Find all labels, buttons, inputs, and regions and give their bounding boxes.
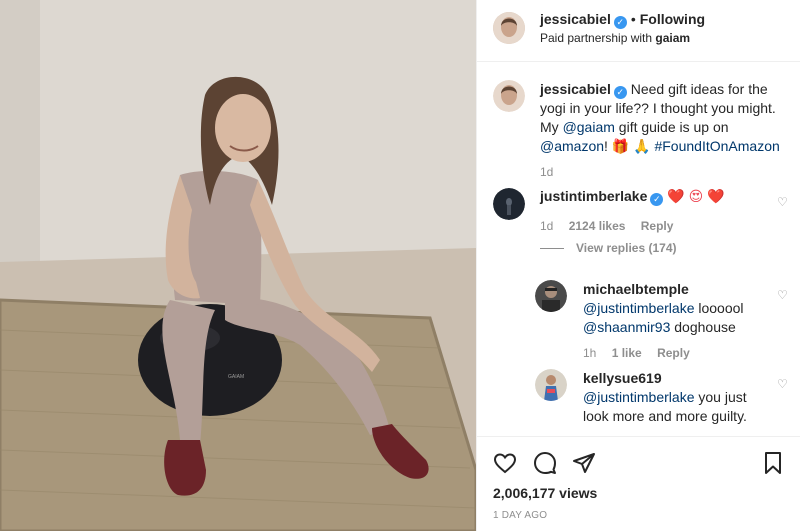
reply-like-icon[interactable]: ♡	[777, 377, 788, 391]
comment-author[interactable]: justintimberlake	[540, 188, 647, 204]
reply-reply-button[interactable]: Reply	[657, 346, 690, 360]
hashtag-link[interactable]: #FoundItOnAmazon	[654, 138, 779, 154]
comment-likes[interactable]: 2124 likes	[569, 219, 626, 233]
post-sidebar: jessicabiel ✓ • Following Paid partnership …	[476, 0, 800, 531]
partnership-prefix: Paid partnership with	[540, 31, 653, 45]
comment-reply-button[interactable]: Reply	[641, 219, 674, 233]
mention-amazon[interactable]: @amazon	[540, 138, 604, 154]
reply-avatar[interactable]	[535, 280, 567, 312]
reply-author[interactable]: kellysue619	[583, 370, 662, 386]
bookmark-icon[interactable]	[761, 451, 785, 478]
reply-time: 1h	[583, 346, 597, 360]
comment-icon[interactable]	[533, 451, 557, 478]
comment-meta: 1d 2124 likes Reply	[540, 219, 685, 233]
reply-text-1: loooool	[698, 300, 744, 316]
reply-mention-1[interactable]: @justintimberlake	[583, 389, 694, 405]
caption: jessicabiel ✓ Need gift ideas for the yog…	[540, 80, 790, 156]
reply-avatar[interactable]	[535, 369, 567, 401]
action-bar: 2,006,177 views 1 DAY AGO	[477, 436, 800, 531]
comment-time: 1d	[540, 219, 554, 233]
reply-comment: michaelbtemple @justintimberlake loooool…	[583, 280, 773, 337]
view-count[interactable]: 2,006,177 views	[493, 485, 597, 501]
ball-logo: GAIAM	[228, 374, 244, 380]
post-timestamp[interactable]: 1 DAY AGO	[493, 510, 547, 521]
reply-likes[interactable]: 1 like	[612, 346, 642, 360]
post-header: jessicabiel ✓ • Following Paid partnership …	[477, 0, 800, 62]
post-video[interactable]: GAIAM	[0, 0, 476, 531]
mention-gaiam[interactable]: @gaiam	[563, 119, 615, 135]
reply-author[interactable]: michaelbtemple	[583, 281, 689, 297]
partnership-label: Paid partnership with gaiam	[540, 31, 690, 45]
replies-divider	[540, 248, 564, 250]
reply-comment: kellysue619 @justintimberlake you just l…	[583, 369, 773, 426]
reply-mention-1[interactable]: @justintimberlake	[583, 300, 694, 316]
instagram-post: GAIAM jessicabiel ✓ • Following Paid par…	[0, 0, 800, 531]
reply-mention-2[interactable]: @shaanmir93	[583, 319, 670, 335]
following-button[interactable]: Following	[640, 11, 705, 27]
comment-like-icon[interactable]: ♡	[777, 195, 788, 209]
caption-author[interactable]: jessicabiel	[540, 81, 611, 97]
author-username[interactable]: jessicabiel	[540, 11, 611, 27]
share-icon[interactable]	[572, 451, 596, 478]
comment-row: justintimberlake ✓ ❤️ 😍 ❤️	[540, 188, 725, 206]
header-title: jessicabiel ✓ • Following	[540, 11, 705, 29]
reply-like-icon[interactable]: ♡	[777, 288, 788, 302]
verified-icon: ✓	[613, 86, 627, 99]
author-avatar[interactable]	[493, 12, 525, 44]
verified-icon: ✓	[650, 193, 664, 206]
view-replies-label: View replies (174)	[576, 241, 677, 255]
verified-icon: ✓	[613, 16, 627, 29]
commenter-avatar[interactable]	[493, 188, 525, 220]
caption-text-2: gift guide is up on	[618, 119, 729, 135]
caption-time: 1d	[540, 165, 554, 179]
video-frame: GAIAM	[0, 0, 476, 531]
comment-text: ❤️ 😍 ❤️	[667, 188, 725, 204]
separator-dot: •	[630, 11, 636, 27]
partner-link[interactable]: gaiam	[655, 31, 690, 45]
caption-avatar[interactable]	[493, 80, 525, 112]
reply-text-2: doghouse	[674, 319, 736, 335]
view-replies-button[interactable]: View replies (174)	[540, 241, 689, 255]
reply-meta: 1h 1 like Reply	[583, 346, 702, 360]
heart-icon[interactable]	[493, 451, 517, 478]
caption-text-3: ! 🎁 🙏	[604, 138, 651, 154]
